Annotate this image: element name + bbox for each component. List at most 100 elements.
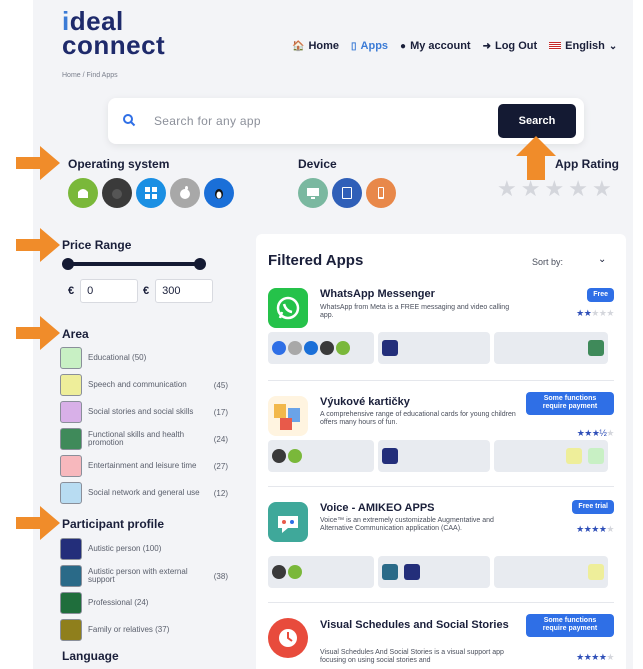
area-item[interactable]: Social network and general use (12): [60, 482, 228, 504]
area-item[interactable]: Entertainment and leisure time (27): [60, 455, 228, 477]
app-features: [268, 332, 608, 364]
right-frame: [633, 0, 643, 669]
area-item[interactable]: Social stories and social skills (17): [60, 401, 228, 423]
app-card[interactable]: WhatsApp Messenger WhatsApp from Meta is…: [268, 288, 626, 372]
android-icon: [288, 565, 302, 579]
mac-icon[interactable]: [170, 178, 200, 208]
language-selector[interactable]: English ⌄: [549, 40, 617, 52]
checkbox[interactable]: [60, 347, 82, 369]
arrow-icon: [16, 506, 60, 540]
area-item[interactable]: Functional skills and health promotion (…: [60, 428, 228, 450]
checkbox[interactable]: [60, 401, 82, 423]
area-item[interactable]: Speech and communication (45): [60, 374, 228, 396]
voice-icon: [268, 502, 308, 542]
app-rating: ★★★★★: [576, 308, 614, 318]
os-support: [268, 440, 374, 472]
app-rating: ★★★★★: [576, 524, 614, 534]
app-name[interactable]: Výukové kartičky: [320, 396, 410, 408]
flag-icon: [549, 42, 562, 50]
windows-icon[interactable]: [136, 178, 166, 208]
android-icon: [288, 449, 302, 463]
star-icon[interactable]: ★: [521, 176, 541, 202]
phone-icon: ▯: [351, 40, 357, 52]
search-input[interactable]: [154, 110, 454, 132]
participant-item[interactable]: Professional (24): [60, 592, 228, 614]
area-item-count: (45): [213, 380, 228, 390]
star-icon[interactable]: ★: [497, 176, 517, 202]
checkbox[interactable]: [60, 538, 82, 560]
checkbox[interactable]: [60, 619, 82, 641]
nav-home-label: Home: [308, 40, 340, 52]
app-features: [268, 440, 608, 472]
price-max-field: € 300: [143, 279, 214, 303]
star-icon[interactable]: ★: [544, 176, 564, 202]
nav-my-account[interactable]: ● My account: [400, 40, 471, 52]
star-icon[interactable]: ★: [592, 176, 612, 202]
participant-item-label: Autistic person (100): [88, 543, 162, 553]
app-card[interactable]: Visual Schedules and Social Stories Visu…: [268, 614, 626, 669]
area-item[interactable]: Educational (50): [60, 347, 228, 369]
device-label: Device: [298, 157, 337, 171]
participant-item-label: Family or relatives (37): [88, 624, 170, 634]
logout-icon: ➜: [482, 40, 491, 52]
app-name[interactable]: WhatsApp Messenger: [320, 288, 435, 300]
logo[interactable]: ideal connect: [62, 8, 165, 58]
arrow-up-icon: [516, 136, 556, 180]
os-label: Operating system: [68, 157, 170, 171]
logo-bottom-text: connect: [62, 30, 166, 60]
nav-home[interactable]: 🏠 Home: [292, 40, 339, 52]
whatsapp-icon: [268, 288, 308, 328]
checkbox[interactable]: [60, 565, 82, 587]
area-label: Area: [62, 327, 89, 341]
price-label: Price Range: [62, 238, 132, 252]
checkbox[interactable]: [60, 482, 82, 504]
user-icon: [382, 340, 398, 356]
checkbox[interactable]: [60, 428, 82, 450]
participant-item-count: (38): [213, 571, 228, 581]
price-slider[interactable]: [62, 258, 206, 270]
desktop-icon[interactable]: [298, 178, 328, 208]
home-icon: 🏠: [292, 40, 305, 52]
checkbox[interactable]: [60, 592, 82, 614]
android-icon: [336, 341, 350, 355]
app-card[interactable]: Výukové kartičky A comprehensive range o…: [268, 392, 626, 480]
price-badge: Free: [587, 288, 614, 303]
os-filter: [68, 178, 234, 208]
linux-icon: [304, 341, 318, 355]
tablet-icon[interactable]: [332, 178, 362, 208]
app-description: A comprehensive range of educational car…: [320, 411, 516, 427]
price-max-handle[interactable]: [194, 258, 206, 270]
app-card[interactable]: Voice - AMIKEO APPS Voice™ is an extreme…: [268, 500, 626, 588]
language-label: Language: [62, 649, 119, 663]
nav-logout[interactable]: ➜ Log Out: [483, 40, 538, 52]
search-button[interactable]: Search: [498, 104, 576, 138]
participant-item[interactable]: Family or relatives (37): [60, 619, 228, 641]
rating-filter: ★ ★ ★ ★ ★: [497, 176, 612, 202]
ios-icon[interactable]: [102, 178, 132, 208]
schedule-icon: [268, 618, 308, 658]
sort-label[interactable]: Sort by:: [532, 257, 563, 267]
nav-apps[interactable]: ▯ Apps: [351, 40, 388, 52]
divider: [268, 380, 614, 381]
checkbox[interactable]: [60, 374, 82, 396]
breadcrumb: Home / Find Apps: [62, 72, 118, 79]
smartphone-icon[interactable]: [366, 178, 396, 208]
app-name[interactable]: Voice - AMIKEO APPS: [320, 502, 435, 514]
search-icon: [123, 114, 136, 127]
app-name[interactable]: Visual Schedules and Social Stories: [320, 618, 510, 633]
participant-item[interactable]: Autistic person (100): [60, 538, 228, 560]
area-item-count: (17): [213, 407, 228, 417]
device-support: [378, 556, 490, 588]
checkbox[interactable]: [60, 455, 82, 477]
star-icon[interactable]: ★: [568, 176, 588, 202]
participant-item-label: Professional (24): [88, 597, 149, 607]
android-icon[interactable]: [68, 178, 98, 208]
price-max-input[interactable]: 300: [155, 279, 214, 303]
chevron-down-icon[interactable]: ⌄: [598, 254, 606, 265]
linux-icon[interactable]: [204, 178, 234, 208]
price-min-input[interactable]: 0: [80, 279, 139, 303]
apps-title: Filtered Apps: [268, 252, 364, 269]
arrow-icon: [16, 146, 60, 180]
price-min-handle[interactable]: [62, 258, 74, 270]
participant-item[interactable]: Autistic person with external support (3…: [60, 565, 228, 587]
